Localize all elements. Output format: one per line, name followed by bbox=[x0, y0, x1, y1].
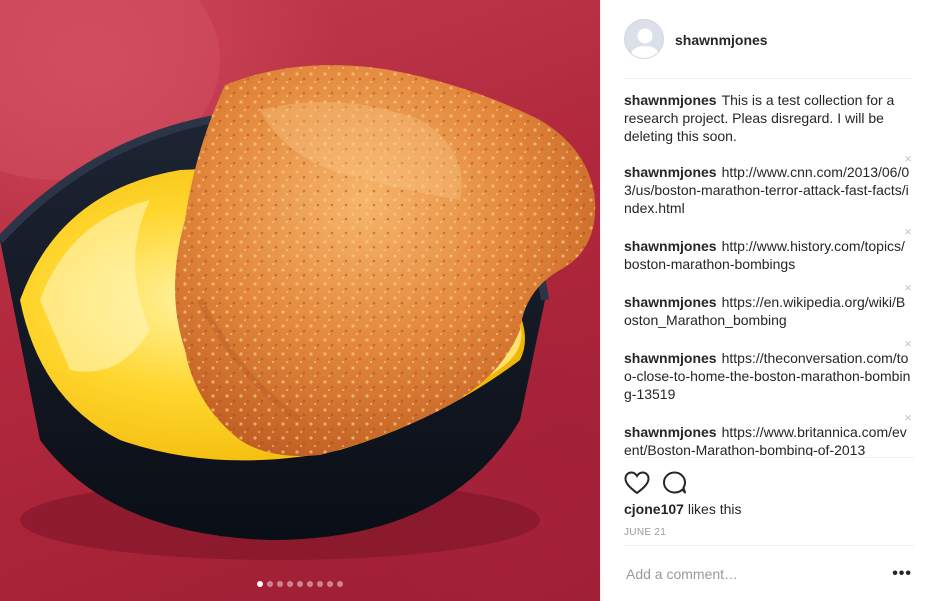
list-item: × shawnmjones https://theconversation.com… bbox=[624, 337, 914, 403]
likes-summary: cjone107 likes this bbox=[624, 501, 742, 517]
carousel-dot[interactable] bbox=[307, 581, 313, 587]
close-icon[interactable]: × bbox=[904, 281, 912, 294]
author-username[interactable]: shawnmjones bbox=[675, 32, 768, 48]
list-item: × shawnmjones https://www.britannica.com/… bbox=[624, 411, 914, 456]
liker-username[interactable]: cjone107 bbox=[624, 501, 684, 517]
carousel-dot[interactable] bbox=[327, 581, 333, 587]
comment-username[interactable]: shawnmjones bbox=[624, 164, 717, 180]
list-item: × shawnmjones https://en.wikipedia.org/wi… bbox=[624, 281, 914, 329]
comment-username[interactable]: shawnmjones bbox=[624, 350, 717, 366]
comment-username[interactable]: shawnmjones bbox=[624, 294, 717, 310]
close-icon[interactable]: × bbox=[904, 225, 912, 238]
close-icon[interactable]: × bbox=[904, 337, 912, 350]
comment-username[interactable]: shawnmjones bbox=[624, 92, 717, 108]
list-item: × shawnmjones http://www.history.com/topi… bbox=[624, 225, 914, 273]
post-header: shawnmjones bbox=[624, 19, 912, 79]
carousel-indicator bbox=[0, 581, 600, 587]
comment-username[interactable]: shawnmjones bbox=[624, 238, 717, 254]
carousel-dot[interactable] bbox=[317, 581, 323, 587]
caption-comment: shawnmjones This is a test collection for… bbox=[624, 91, 914, 145]
close-icon[interactable]: × bbox=[904, 411, 912, 424]
likes-text: likes this bbox=[687, 501, 742, 517]
post-side-panel: shawnmjones shawnmjones This is a test co… bbox=[600, 0, 937, 601]
photo-illustration bbox=[0, 0, 596, 560]
carousel-dot[interactable] bbox=[287, 581, 293, 587]
carousel-dot[interactable] bbox=[277, 581, 283, 587]
add-comment-bar: ••• bbox=[624, 545, 914, 601]
comment-list: shawnmjones This is a test collection for… bbox=[624, 91, 914, 456]
avatar[interactable] bbox=[624, 19, 664, 59]
close-icon[interactable]: × bbox=[904, 152, 912, 165]
carousel-dot[interactable] bbox=[267, 581, 273, 587]
carousel-dot[interactable] bbox=[297, 581, 303, 587]
comment-input[interactable] bbox=[626, 565, 866, 582]
action-bar bbox=[624, 457, 914, 497]
carousel-dot[interactable] bbox=[257, 581, 263, 587]
list-item: × shawnmjones http://www.cnn.com/2013/06/… bbox=[624, 152, 914, 217]
carousel-dot[interactable] bbox=[337, 581, 343, 587]
heart-icon[interactable] bbox=[624, 470, 650, 495]
default-avatar-icon bbox=[630, 28, 660, 58]
post-date[interactable]: JUNE 21 bbox=[624, 527, 666, 538]
comment-username[interactable]: shawnmjones bbox=[624, 424, 717, 440]
more-options-icon[interactable]: ••• bbox=[892, 565, 912, 583]
post-photo[interactable] bbox=[0, 0, 600, 601]
comment-bubble-icon[interactable] bbox=[662, 471, 688, 495]
